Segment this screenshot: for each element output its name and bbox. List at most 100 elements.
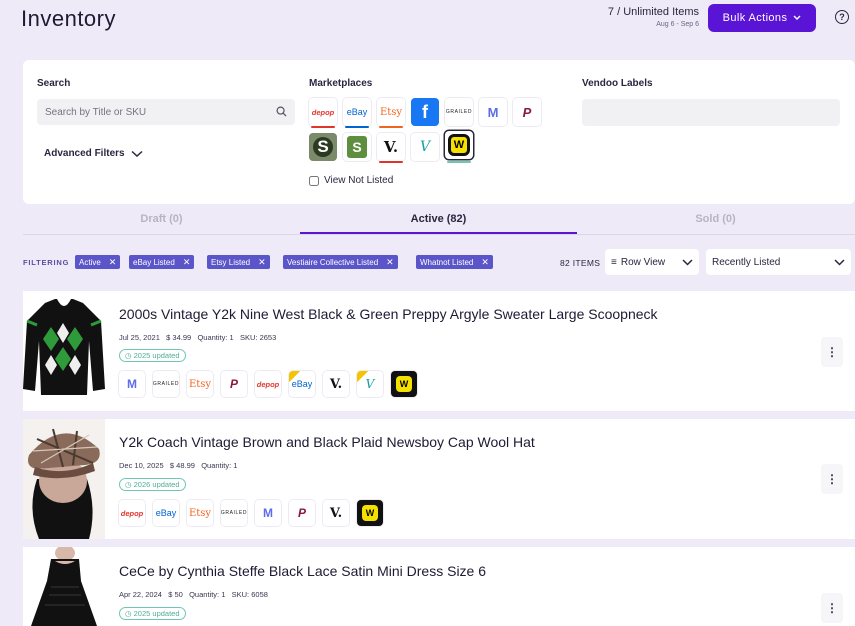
item-count: 7 / Unlimited Items: [607, 6, 699, 18]
chip-label: Etsy Listed: [211, 257, 251, 267]
close-icon[interactable]: ✕: [258, 257, 266, 268]
marketplace-depop[interactable]: depop: [309, 98, 337, 128]
shop-s-logo: S: [313, 137, 333, 157]
shopify-logo: S: [347, 136, 367, 158]
whatnot-icon[interactable]: W: [391, 371, 417, 397]
listing-title[interactable]: CeCe by Cynthia Steffe Black Lace Satin …: [119, 563, 486, 579]
etsy-icon[interactable]: Etsy: [187, 371, 213, 397]
grailed-icon[interactable]: GRAILED: [153, 371, 179, 397]
etsy-icon[interactable]: Etsy: [187, 500, 213, 526]
search-input[interactable]: [37, 99, 257, 125]
filter-chip-ebay[interactable]: eBay Listed ✕: [129, 255, 195, 269]
filter-chip-vestiaire[interactable]: Vestiaire Collective Listed ✕: [283, 255, 398, 269]
view-not-listed[interactable]: View Not Listed: [309, 175, 393, 186]
vestiaire-icon[interactable]: V.: [323, 371, 349, 397]
sort-select[interactable]: Recently Listed: [706, 249, 851, 275]
depop-logo: depop: [311, 107, 335, 117]
mercari-icon[interactable]: M: [119, 371, 145, 397]
vestiaire-icon[interactable]: V.: [323, 500, 349, 526]
listing-thumbnail[interactable]: [23, 419, 105, 539]
marketplace-vestiaire[interactable]: V.: [377, 133, 405, 163]
poshmark-icon[interactable]: P: [289, 500, 315, 526]
updated-badge: ◷ 2025 updated: [119, 349, 186, 362]
listing-thumbnail[interactable]: [23, 291, 105, 403]
marketplace-etsy[interactable]: Etsy: [377, 98, 405, 128]
grailed-icon[interactable]: GRAILED: [221, 500, 247, 526]
items-count: 82 ITEMS: [560, 258, 601, 268]
tab-draft[interactable]: Draft (0): [23, 210, 300, 234]
chevron-down-icon: [834, 258, 845, 266]
listing-thumbnail[interactable]: [23, 547, 105, 626]
filter-panel: Search Advanced Filters Marketplaces dep…: [23, 60, 855, 204]
ebay-logo: eBay: [291, 379, 313, 389]
listing-title[interactable]: Y2k Coach Vintage Brown and Black Plaid …: [119, 434, 535, 450]
depop-icon[interactable]: depop: [255, 371, 281, 397]
page-title: Inventory: [21, 6, 116, 31]
whatnot-logo: W: [396, 376, 412, 392]
marketplace-ebay[interactable]: eBay: [343, 98, 371, 128]
close-icon[interactable]: ✕: [481, 257, 489, 268]
listing-row[interactable]: Y2k Coach Vintage Brown and Black Plaid …: [23, 419, 855, 539]
tab-sold[interactable]: Sold (0): [577, 210, 854, 234]
chip-label: Vestiaire Collective Listed: [287, 257, 379, 267]
advanced-filters-toggle[interactable]: Advanced Filters: [44, 148, 143, 159]
listing-row[interactable]: 2000s Vintage Y2k Nine West Black & Gree…: [23, 291, 855, 411]
ebay-icon[interactable]: eBay: [153, 500, 179, 526]
updated-badge: ◷ 2026 updated: [119, 478, 186, 491]
marketplace-poshmark[interactable]: P: [513, 98, 541, 126]
listing-quantity: Quantity: 1: [201, 461, 238, 470]
vinted-icon[interactable]: V: [357, 371, 383, 397]
view-not-listed-checkbox[interactable]: [309, 175, 319, 186]
marketplace-shopwell[interactable]: S: [309, 133, 337, 161]
listing-marketplaces: depop eBay Etsy GRAILED M P V. W: [119, 500, 383, 526]
marketplace-vinted[interactable]: V: [411, 133, 439, 161]
vendoo-labels-label: Vendoo Labels: [582, 78, 653, 89]
ebay-icon[interactable]: eBay: [289, 371, 315, 397]
depop-icon[interactable]: depop: [119, 500, 145, 526]
close-icon[interactable]: ✕: [183, 257, 191, 268]
marketplace-shopify[interactable]: S: [343, 133, 371, 161]
vendoo-labels-select[interactable]: [582, 99, 840, 126]
bulk-actions-label: Bulk Actions: [722, 12, 788, 24]
status-tabs: Draft (0) Active (82) Sold (0): [23, 210, 855, 234]
filter-chip-etsy[interactable]: Etsy Listed ✕: [207, 255, 270, 269]
view-select[interactable]: ≡ Row View: [605, 249, 699, 275]
poshmark-icon[interactable]: P: [221, 371, 247, 397]
view-select-label: Row View: [620, 256, 666, 268]
marketplace-whatnot[interactable]: W: [445, 131, 473, 163]
close-icon[interactable]: ✕: [109, 257, 117, 268]
marketplace-facebook[interactable]: f: [411, 98, 439, 126]
tab-active[interactable]: Active (82): [300, 210, 577, 234]
listing-row[interactable]: CeCe by Cynthia Steffe Black Lace Satin …: [23, 547, 855, 626]
grailed-logo: GRAILED: [220, 510, 248, 516]
filter-chip-active[interactable]: Active ✕: [75, 255, 121, 269]
ebay-logo: eBay: [346, 107, 368, 117]
marketplaces-label: Marketplaces: [309, 78, 373, 89]
listing-title[interactable]: 2000s Vintage Y2k Nine West Black & Gree…: [119, 306, 658, 322]
more-actions-icon[interactable]: ⋮: [821, 464, 843, 494]
marketplace-mercari[interactable]: M: [479, 98, 507, 126]
bulk-actions-button[interactable]: Bulk Actions: [708, 4, 816, 32]
filter-chip-whatnot[interactable]: Whatnot Listed ✕: [416, 255, 493, 269]
listing-quantity: Quantity: 1: [189, 590, 226, 599]
listing-sku: SKU: 2653: [239, 333, 277, 342]
vestiaire-logo: V.: [329, 376, 343, 392]
chevron-down-icon: [682, 258, 693, 266]
more-actions-icon[interactable]: ⋮: [821, 337, 843, 367]
grailed-logo: GRAILED: [445, 109, 473, 115]
whatnot-logo: W: [448, 134, 470, 156]
vestiaire-logo: V.: [329, 505, 343, 521]
help-icon[interactable]: ?: [835, 10, 849, 24]
close-icon[interactable]: ✕: [386, 257, 394, 268]
marketplace-grailed[interactable]: GRAILED: [445, 98, 473, 126]
facebook-logo: f: [422, 101, 428, 122]
search-icon[interactable]: [276, 106, 287, 117]
search-label: Search: [37, 78, 71, 89]
mercari-icon[interactable]: M: [255, 500, 281, 526]
listing-quantity: Quantity: 1: [197, 333, 234, 342]
vinted-logo: V: [365, 377, 375, 391]
whatnot-icon[interactable]: W: [357, 500, 383, 526]
more-actions-icon[interactable]: ⋮: [821, 593, 843, 623]
updated-text: 2026 updated: [133, 480, 180, 489]
mercari-logo: M: [487, 104, 499, 120]
